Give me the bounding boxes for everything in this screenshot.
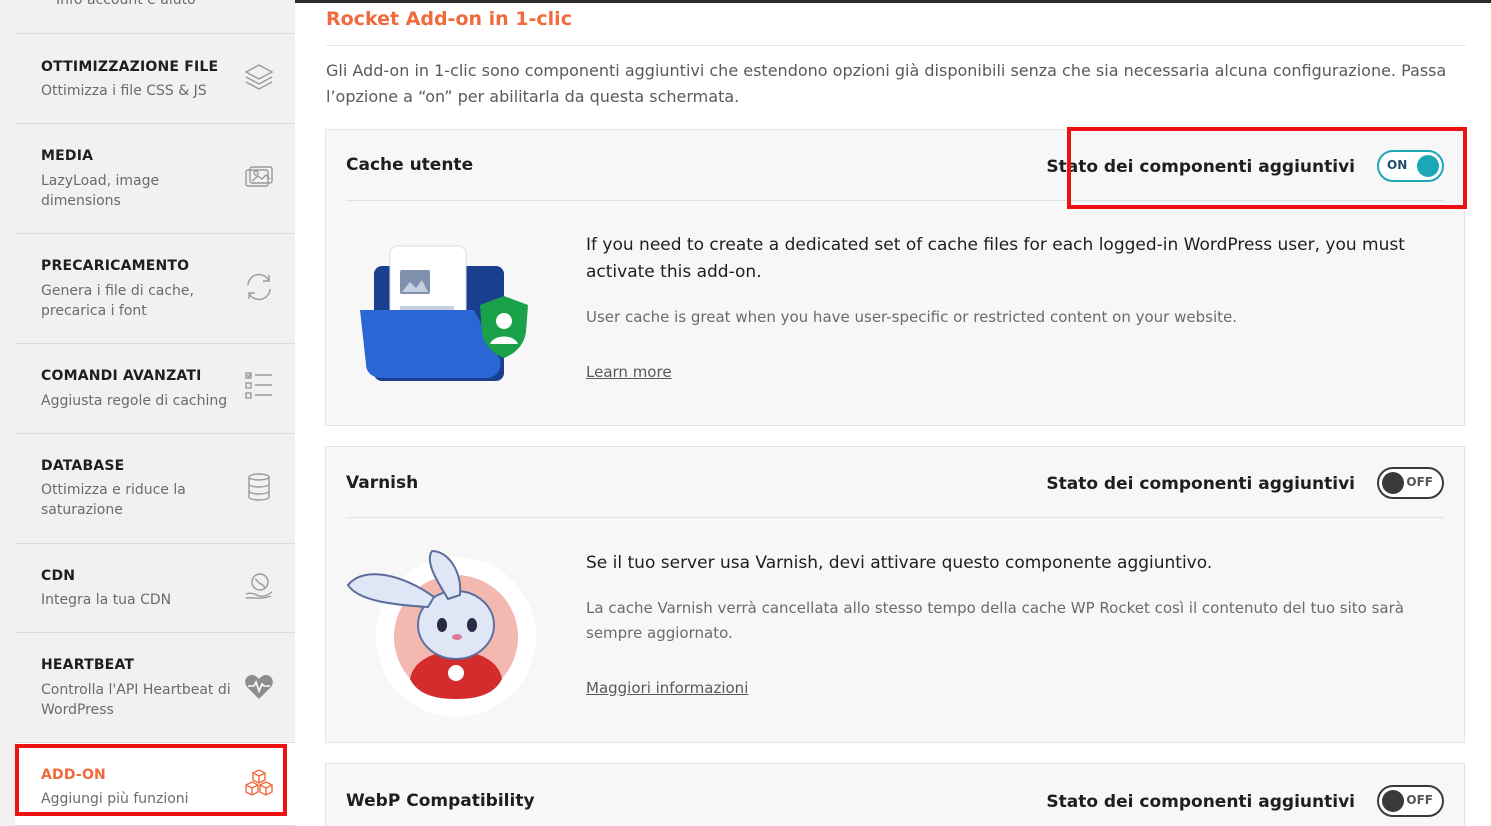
sidebar-item-desc: Ottimizza e riduce la saturazione — [41, 482, 186, 518]
sidebar-item-title: HEARTBEAT — [41, 657, 135, 673]
sidebar: Info account e aiuto OTTIMIZZAZIONE FILE… — [0, 0, 295, 826]
sidebar-item-title: COMANDI AVANZATI — [41, 368, 202, 384]
checklist-icon — [245, 372, 272, 399]
addon-sub-text: La cache Varnish verrà cancellata allo s… — [586, 599, 1404, 642]
heartbeat-icon — [245, 675, 273, 699]
sidebar-item-title: CDN — [41, 568, 76, 584]
webp-toggle[interactable]: OFF — [1377, 785, 1444, 817]
globe-hand-icon — [245, 573, 273, 599]
toggle-knob — [1382, 790, 1404, 812]
addon-name: WebP Compatibility — [346, 791, 535, 811]
sidebar-item-desc: LazyLoad, image dimensions — [41, 173, 160, 209]
sidebar-item-desc: Integra la tua CDN — [41, 592, 172, 608]
addon-sub-text: User cache is great when you have user-s… — [586, 308, 1237, 326]
sidebar-item-preload[interactable]: PRECARICAMENTO Genera i file di cache, p… — [15, 234, 295, 344]
sidebar-item-advanced-rules[interactable]: COMANDI AVANZATI Aggiusta regole di cach… — [15, 344, 295, 434]
sidebar-item-media[interactable]: MEDIA LazyLoad, image dimensions — [15, 124, 295, 234]
varnish-toggle[interactable]: OFF — [1377, 467, 1444, 499]
sidebar-item-account[interactable]: Info account e aiuto — [15, 0, 295, 34]
highlight-addon-menu — [15, 744, 287, 816]
sidebar-item-label: Info account e aiuto — [56, 0, 196, 8]
sidebar-item-desc: Genera i file di cache, precarica i font — [41, 283, 194, 319]
sidebar-item-file-optimization[interactable]: OTTIMIZZAZIONE FILE Ottimizza i file CSS… — [15, 34, 295, 124]
sidebar-item-title: PRECARICAMENTO — [41, 258, 190, 274]
varnish-mascot-illustration — [346, 549, 536, 717]
toggle-label: OFF — [1406, 475, 1433, 489]
toggle-label: OFF — [1406, 793, 1433, 807]
sidebar-item-heartbeat[interactable]: HEARTBEAT Controlla l'API Heartbeat di W… — [15, 633, 295, 743]
user-cache-illustration — [360, 245, 528, 381]
images-icon — [245, 166, 273, 187]
sidebar-item-title: OTTIMIZZAZIONE FILE — [41, 59, 219, 75]
sidebar-item-cdn[interactable]: CDN Integra la tua CDN — [15, 544, 295, 633]
title-divider — [326, 45, 1466, 46]
addon-card-varnish: Varnish Stato dei componenti aggiuntivi … — [325, 446, 1465, 743]
toggle-knob — [1382, 472, 1404, 494]
addon-status-label: Stato dei componenti aggiuntivi — [1046, 474, 1355, 494]
sidebar-item-title: MEDIA — [41, 148, 94, 164]
database-icon — [248, 473, 270, 501]
card-divider — [346, 517, 1444, 518]
more-info-link[interactable]: Maggiori informazioni — [586, 679, 748, 697]
intro-text: Gli Add-on in 1-clic sono componenti agg… — [326, 61, 1447, 106]
layers-icon — [244, 64, 274, 90]
addon-card-webp: WebP Compatibility Stato dei componenti … — [325, 763, 1465, 826]
highlight-status-toggle — [1067, 127, 1467, 209]
sidebar-item-database[interactable]: DATABASE Ottimizza e riduce la saturazio… — [15, 434, 295, 544]
sidebar-item-desc: Aggiusta regole di caching — [41, 393, 228, 409]
addon-name: Cache utente — [346, 155, 474, 175]
addon-name: Varnish — [346, 473, 419, 493]
sidebar-item-desc: Ottimizza i file CSS & JS — [41, 83, 207, 99]
addon-status-label: Stato dei componenti aggiuntivi — [1046, 792, 1355, 812]
learn-more-link[interactable]: Learn more — [586, 363, 672, 381]
refresh-icon — [247, 273, 271, 301]
addon-lead-text: If you need to create a dedicated set of… — [586, 235, 1405, 282]
page-title: Rocket Add-on in 1-clic — [326, 8, 572, 30]
sidebar-item-desc: Controlla l'API Heartbeat di WordPress — [41, 682, 231, 718]
addon-lead-text: Se il tuo server usa Varnish, devi attiv… — [586, 553, 1213, 573]
sidebar-item-title: DATABASE — [41, 458, 125, 474]
